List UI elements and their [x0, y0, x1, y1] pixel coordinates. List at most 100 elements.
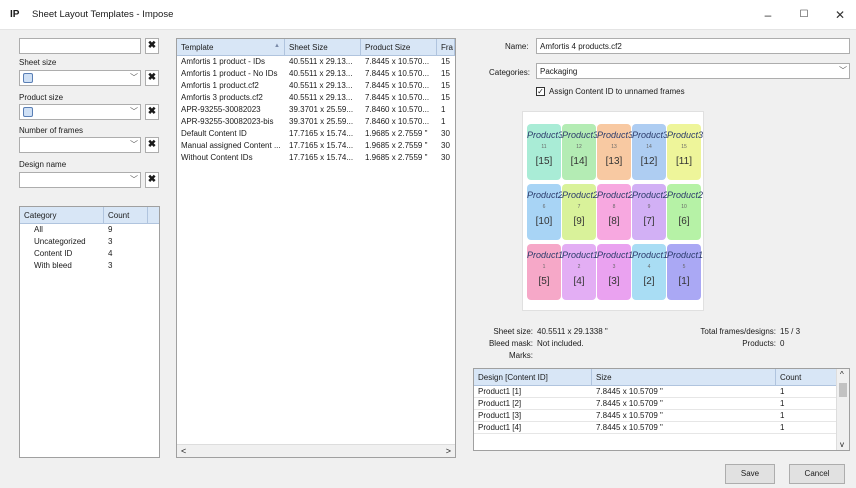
frame-id-label: 5	[682, 264, 686, 270]
frame-id-label: 4	[647, 264, 651, 270]
preview-frame: Product3 14 [12]	[632, 124, 669, 180]
clear-design-name-button[interactable]: ✖	[145, 172, 159, 188]
frame-product-name: Product3	[527, 130, 564, 140]
table-cell: 9	[108, 225, 113, 234]
frames-combo[interactable]: ﹀	[19, 137, 141, 153]
table-cell: APR-93255-30082023-bis	[181, 117, 274, 126]
frame-id-label: 9	[647, 204, 651, 210]
preview-frame: Product1 3 [3]	[597, 244, 634, 300]
frame-product-name: Product3	[632, 130, 669, 140]
product-size-combo[interactable]: ﹀	[19, 104, 141, 120]
clear-search-button[interactable]: ✖	[145, 38, 159, 54]
minimize-button[interactable]: –	[757, 6, 779, 24]
table-row[interactable]: Default Content ID 17.7165 x 15.74... 1.96…	[177, 128, 455, 140]
chevron-down-icon: ﹀	[130, 73, 138, 82]
preview-frame: Product1 2 [4]	[562, 244, 598, 300]
column-header[interactable]: Count	[104, 207, 148, 223]
clear-sheet-size-button[interactable]: ✖	[145, 70, 159, 86]
table-row[interactable]: All 9	[20, 224, 159, 236]
save-button[interactable]: Save	[725, 464, 775, 484]
column-header[interactable]: Template ▲	[177, 39, 285, 55]
column-header[interactable]: Size	[592, 369, 776, 385]
table-row[interactable]: Without Content IDs 17.7165 x 15.74... 1.9…	[177, 152, 455, 164]
frame-id-label: 11	[541, 144, 547, 150]
assign-content-id-label: Assign Content ID to unnamed frames	[549, 87, 685, 96]
clear-product-size-button[interactable]: ✖	[145, 104, 159, 120]
products-value: 0	[780, 339, 785, 348]
frame-number: [14]	[570, 156, 588, 167]
table-row[interactable]: Amfortis 1 product - No IDs 40.5511 x 29.…	[177, 68, 455, 80]
scroll-up-icon[interactable]: ^	[840, 370, 844, 379]
table-row[interactable]: Product1 [4] 7.8445 x 10.5709 " 1	[474, 422, 849, 434]
chevron-down-icon: ﹀	[130, 107, 138, 116]
table-row[interactable]: Product1 [2] 7.8445 x 10.5709 " 1	[474, 398, 849, 410]
table-cell: 39.3701 x 25.59...	[289, 117, 354, 126]
table-cell: 15	[441, 57, 450, 66]
name-input[interactable]: Amfortis 4 products.cf2	[536, 38, 850, 54]
table-row[interactable]: APR-93255-30082023 39.3701 x 25.59... 7.84…	[177, 104, 455, 116]
product-size-label: Product size	[19, 93, 64, 102]
frame-product-name: Product3	[562, 130, 599, 140]
categories-label: Categories:	[489, 68, 530, 77]
window-title: Sheet Layout Templates - Impose	[32, 9, 174, 20]
table-row[interactable]: Product1 [3] 7.8445 x 10.5709 " 1	[474, 410, 849, 422]
sheet-size-combo[interactable]: ﹀	[19, 70, 141, 86]
table-row[interactable]: Amfortis 1 product.cf2 40.5511 x 29.13...…	[177, 80, 455, 92]
search-input[interactable]	[19, 38, 141, 54]
table-cell: 7.8445 x 10.570...	[365, 93, 430, 102]
scroll-right-icon[interactable]: >	[446, 446, 451, 456]
template-rows: Amfortis 1 product - IDs 40.5511 x 29.13.…	[177, 56, 455, 164]
preview-frame: Product3 12 [14]	[562, 124, 599, 180]
column-header[interactable]: Count	[776, 369, 836, 385]
table-row[interactable]: Manual assigned Content ... 17.7165 x 15.…	[177, 140, 455, 152]
scroll-down-icon[interactable]: v	[840, 440, 844, 449]
column-header[interactable]: Product Size	[361, 39, 437, 55]
table-row[interactable]: With bleed 3	[20, 260, 159, 272]
frame-id-label: 14	[646, 144, 652, 150]
table-cell: Content ID	[34, 249, 73, 258]
assign-content-id-checkbox[interactable]: ✓	[536, 87, 545, 96]
column-header-label: Template	[181, 43, 214, 52]
products-label: Products:	[742, 339, 776, 348]
table-row[interactable]: APR-93255-30082023-bis 39.3701 x 25.59...…	[177, 116, 455, 128]
table-cell: 7.8445 x 10.5709 "	[596, 423, 663, 432]
table-row[interactable]: Product1 [1] 7.8445 x 10.5709 " 1	[474, 386, 849, 398]
column-header[interactable]: Fra	[437, 39, 455, 55]
categories-combo[interactable]: Packaging ﹀	[536, 63, 850, 79]
horizontal-scrollbar[interactable]: < >	[177, 444, 455, 457]
table-cell: 40.5511 x 29.13...	[289, 57, 353, 66]
frame-id-label: 10	[681, 204, 687, 210]
scroll-thumb[interactable]	[839, 383, 847, 397]
frame-number: [13]	[605, 156, 623, 167]
close-window-button[interactable]: ✕	[829, 6, 851, 24]
table-cell: Product1 [2]	[478, 399, 522, 408]
maximize-button[interactable]: ☐	[793, 6, 815, 24]
vertical-scrollbar[interactable]: ^ v	[836, 369, 849, 450]
table-row[interactable]: Uncategorized 3	[20, 236, 159, 248]
frame-id-label: 2	[577, 264, 581, 270]
column-header[interactable]: Design [Content ID]	[474, 369, 592, 385]
table-cell: APR-93255-30082023	[181, 105, 261, 114]
column-header[interactable]: Sheet Size	[285, 39, 361, 55]
table-cell: 40.5511 x 29.13...	[289, 93, 353, 102]
table-cell: Manual assigned Content ...	[181, 141, 281, 150]
table-row[interactable]: Amfortis 3 products.cf2 40.5511 x 29.13..…	[177, 92, 455, 104]
table-cell: Uncategorized	[34, 237, 86, 246]
scroll-left-icon[interactable]: <	[181, 446, 186, 456]
table-cell: 1.9685 x 2.7559 "	[365, 141, 428, 150]
frame-product-name: Product2	[527, 190, 564, 200]
design-name-combo[interactable]: ﹀	[19, 172, 141, 188]
sheet-size-label: Sheet size	[19, 58, 57, 67]
frame-number: [5]	[538, 276, 550, 287]
table-cell: Amfortis 1 product.cf2	[181, 81, 259, 90]
frame-id-label: 3	[612, 264, 616, 270]
column-header[interactable]: Category	[20, 207, 104, 223]
clear-frames-button[interactable]: ✖	[145, 137, 159, 153]
frame-product-name: Product1	[597, 250, 634, 260]
cancel-button[interactable]: Cancel	[789, 464, 845, 484]
preview-frame: Product1 1 [5]	[527, 244, 563, 300]
design-table-header: Design [Content ID] Size Count	[474, 369, 836, 386]
table-row[interactable]: Content ID 4	[20, 248, 159, 260]
table-cell: 40.5511 x 29.13...	[289, 69, 353, 78]
table-row[interactable]: Amfortis 1 product - IDs 40.5511 x 29.13.…	[177, 56, 455, 68]
